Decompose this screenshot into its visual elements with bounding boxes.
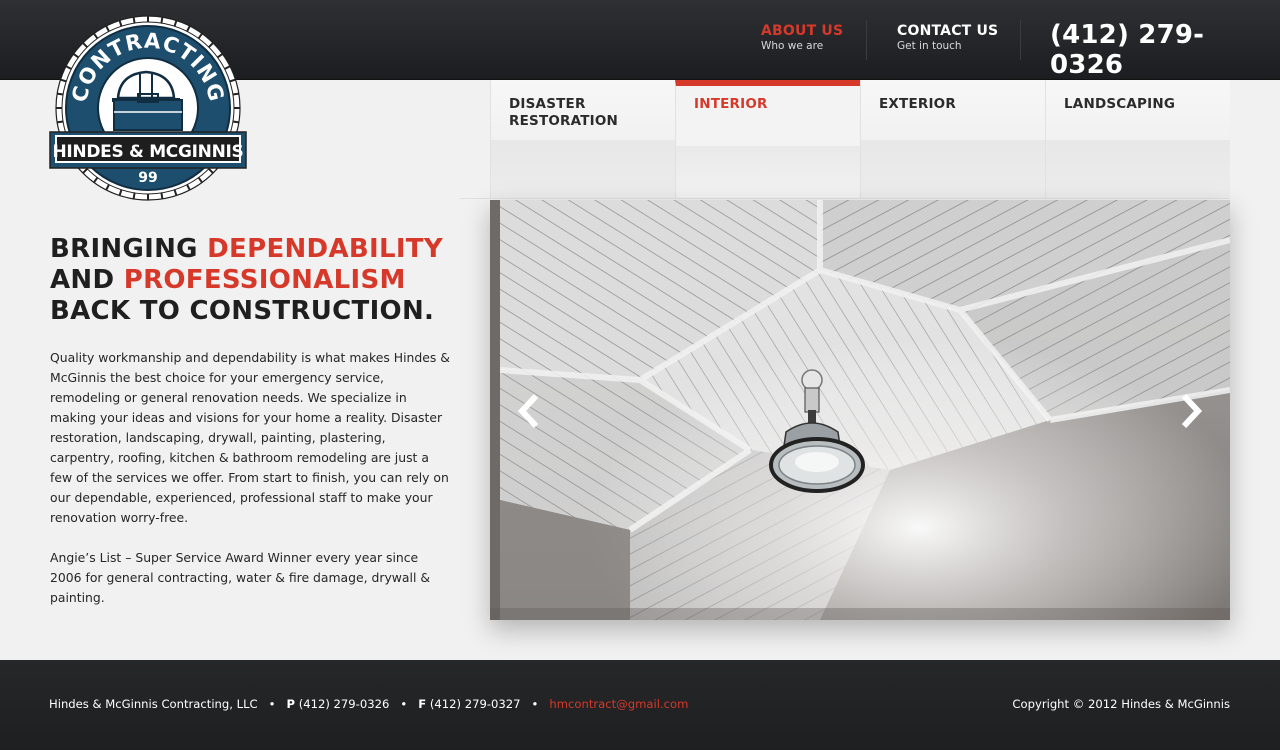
tab-landscaping[interactable]: LANDSCAPING (1045, 80, 1230, 198)
tab-interior[interactable]: INTERIOR (675, 80, 860, 204)
logo-number: 99 (138, 170, 157, 186)
footer-copyright: Copyright © 2012 Hindes & McGinnis (1012, 697, 1230, 711)
footer-email-link[interactable]: hmcontract@gmail.com (549, 697, 688, 711)
headline-text: BACK TO CONSTRUCTION. (50, 296, 435, 326)
footer-fax-label: F (418, 697, 427, 711)
header-phone-number[interactable]: (412) 279-0326 (1050, 20, 1240, 80)
tab-label: EXTERIOR (879, 96, 956, 112)
separator-dot: • (400, 697, 408, 711)
tab-label: DISASTER RESTORATION (509, 96, 619, 129)
footer-phone-label: P (286, 697, 296, 711)
nav-about-us-title: ABOUT US (761, 23, 844, 39)
toolbox-icon (113, 93, 183, 131)
slider-prev-button[interactable] (516, 392, 542, 430)
logo-badge: CONTRACTING HINDES & MCGINNIS 99 (49, 15, 247, 201)
hero-headline: BRINGING DEPENDABILITY AND PROFESSIONALIS… (50, 234, 470, 327)
image-slider[interactable] (490, 200, 1230, 620)
footer-phone[interactable]: (412) 279-0326 (299, 697, 390, 711)
slider-next-button[interactable] (1178, 392, 1204, 430)
award-paragraph: Angie’s List – Super Service Award Winne… (50, 550, 431, 605)
footer-contact-line: Hindes & McGinnis Contracting, LLC • P (41… (49, 697, 688, 711)
chevron-left-icon (517, 393, 539, 429)
footer-company-name: Hindes & McGinnis Contracting, LLC (49, 697, 258, 711)
intro-copy: Quality workmanship and dependability is… (50, 348, 450, 608)
chevron-right-icon (1181, 393, 1203, 429)
headline-text: BRINGING (50, 234, 208, 264)
nav-contact-us[interactable]: CONTACT US Get in touch (897, 22, 998, 66)
nav-about-us-subtitle: Who we are (761, 40, 824, 52)
headline-accent-professionalism: PROFESSIONALISM (123, 265, 406, 295)
separator-dot: • (268, 697, 276, 711)
category-tabs: DISASTER RESTORATION INTERIOR EXTERIOR L… (490, 80, 1230, 204)
logo-banner-text: HINDES & MCGINNIS (52, 142, 243, 162)
site-footer: Hindes & McGinnis Contracting, LLC • P (41… (0, 660, 1280, 750)
intro-paragraph: Quality workmanship and dependability is… (50, 350, 450, 525)
headline-text: AND (50, 265, 124, 295)
tab-label: LANDSCAPING (1064, 96, 1176, 112)
separator-dot: • (531, 697, 539, 711)
tab-label: INTERIOR (694, 96, 768, 112)
slide-image-ceiling (490, 200, 1230, 620)
nav-contact-us-title: CONTACT US (897, 23, 999, 39)
footer-fax: (412) 279-0327 (429, 697, 521, 711)
tab-exterior[interactable]: EXTERIOR (860, 80, 1045, 198)
divider (460, 198, 1230, 199)
nav-contact-us-subtitle: Get in touch (897, 40, 962, 52)
company-logo[interactable]: CONTRACTING HINDES & MCGINNIS 99 (48, 14, 248, 202)
nav-about-us[interactable]: ABOUT US Who we are (761, 22, 843, 66)
headline-accent-dependability: DEPENDABILITY (207, 234, 443, 264)
nav-divider (866, 20, 867, 60)
tab-disaster-restoration[interactable]: DISASTER RESTORATION (490, 80, 675, 198)
nav-divider (1020, 20, 1021, 60)
